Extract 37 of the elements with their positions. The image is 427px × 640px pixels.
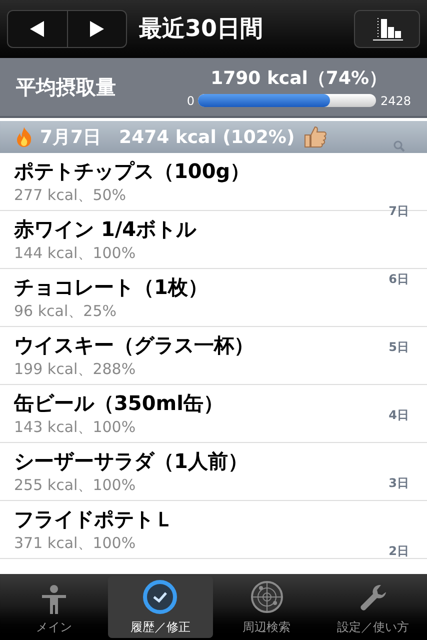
food-detail: 277 kcal、50% <box>14 185 128 205</box>
thumbs-up-icon <box>302 125 327 149</box>
food-name: ポテトチップス（100g） <box>14 158 252 185</box>
food-detail: 199 kcal、288% <box>14 359 137 379</box>
summary-label: 平均摂取量 <box>16 74 116 101</box>
food-detail: 96 kcal、25% <box>14 301 118 321</box>
chart-button[interactable] <box>354 10 420 48</box>
max-label: 2428 <box>380 92 411 110</box>
radar-icon <box>250 580 284 614</box>
index-entry[interactable]: 2日 <box>388 542 409 560</box>
food-detail: 144 kcal、100% <box>14 243 137 263</box>
food-detail: 371 kcal、100% <box>14 533 137 553</box>
food-name: チョコレート（1枚） <box>14 274 209 301</box>
bar-chart-icon <box>370 16 404 42</box>
food-name: ウイスキー（グラス一杯） <box>14 332 255 359</box>
food-name: シーザーサラダ（1人前） <box>14 448 249 475</box>
index-entry[interactable]: 4日 <box>388 406 409 424</box>
tab-bar-item[interactable]: 周辺検索 <box>214 576 319 638</box>
average-value: 1790 kcal（74%） <box>210 66 387 90</box>
min-label: 0 <box>186 92 194 110</box>
clock-icon <box>143 580 178 614</box>
flame-icon <box>16 127 32 147</box>
food-detail: 143 kcal、100% <box>14 417 137 437</box>
tab-bar-item[interactable]: 履歴／修正 <box>108 576 212 638</box>
tab-bar-item[interactable]: 設定／使い方 <box>320 576 425 638</box>
food-name: 缶ビール（350ml缶） <box>14 390 224 417</box>
index-entry[interactable]: 6日 <box>388 270 409 288</box>
right-triangle-icon <box>88 20 106 38</box>
index-entry[interactable]: 5日 <box>388 338 409 356</box>
food-detail: 255 kcal、100% <box>14 475 137 495</box>
food-name: 赤ワイン 1/4ボトル <box>14 216 198 243</box>
left-triangle-icon <box>28 20 46 38</box>
tab-bar-item[interactable]: メイン <box>2 576 106 638</box>
index-entry[interactable]: 3日 <box>388 474 409 492</box>
food-name: フライドポテトＬ <box>14 506 175 533</box>
section-title: 7月7日 2474 kcal (102%) <box>40 126 295 150</box>
window-title: 最近30日間 <box>139 14 264 44</box>
